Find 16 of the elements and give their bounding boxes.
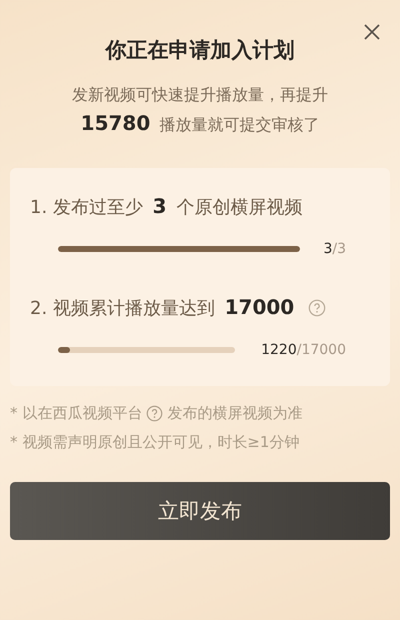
requirement-text: 2. 视频累计播放量达到 17000	[30, 295, 296, 320]
progress-count: 3	[323, 241, 332, 257]
note-text: 发布的横屏视频为准	[167, 404, 302, 423]
help-icon[interactable]	[308, 298, 326, 316]
close-icon[interactable]	[364, 24, 380, 40]
subtitle-text: 发新视频可快速提升播放量，再提升	[72, 84, 328, 106]
note-text: * 视频需声明原创且公开可见，时长≥1分钟	[10, 433, 300, 452]
progress-target: /17000	[296, 342, 346, 358]
progress-count: 1220	[261, 342, 297, 358]
help-icon[interactable]	[146, 405, 164, 422]
note-text: * 以在西瓜视频平台	[10, 404, 142, 423]
progress-target: /3	[332, 241, 346, 257]
subtitle-text: 15780 播放量就可提交审核了	[80, 112, 320, 136]
requirement-text: 1. 发布过至少 3 个原创横屏视频	[30, 194, 302, 219]
dialog-title: 你正在申请加入计划	[104, 37, 296, 64]
publish-button[interactable]: 立即发布	[10, 482, 390, 540]
